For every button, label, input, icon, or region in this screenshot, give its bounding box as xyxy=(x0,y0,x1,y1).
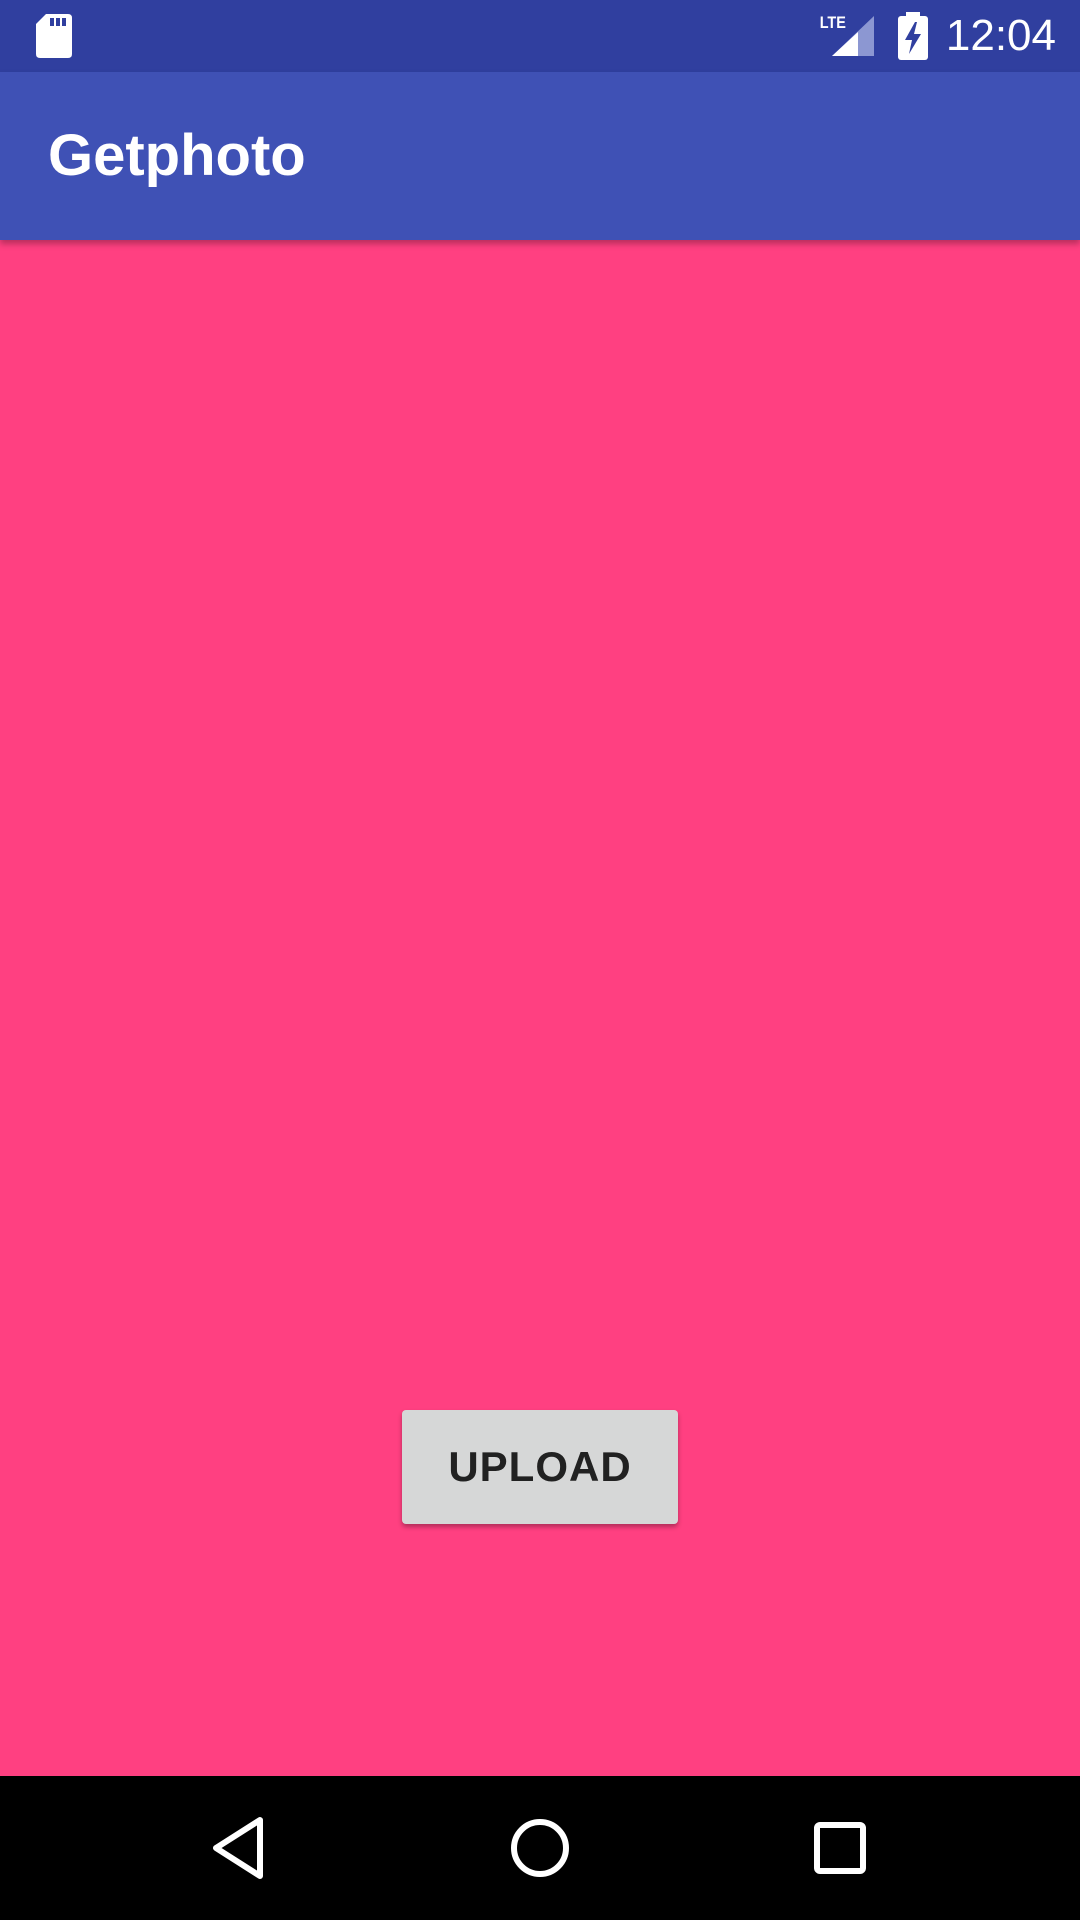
lte-signal-icon: LTE xyxy=(820,14,874,56)
upload-button[interactable]: UPLOAD xyxy=(402,1410,678,1524)
screen: LTE 12:04 Getphoto UPLOAD xyxy=(0,0,1080,1920)
app-bar: Getphoto xyxy=(0,72,1080,240)
status-clock: 12:04 xyxy=(945,11,1056,60)
recents-icon[interactable] xyxy=(790,1798,890,1898)
lte-label: LTE xyxy=(820,14,846,32)
back-icon[interactable] xyxy=(190,1798,290,1898)
battery-charging-icon xyxy=(898,12,928,60)
main-content: UPLOAD xyxy=(0,240,1080,1776)
navigation-bar xyxy=(0,1776,1080,1920)
app-title: Getphoto xyxy=(48,123,306,188)
status-bar: LTE 12:04 xyxy=(0,0,1080,72)
sd-card-icon xyxy=(36,14,72,58)
home-icon[interactable] xyxy=(490,1798,590,1898)
